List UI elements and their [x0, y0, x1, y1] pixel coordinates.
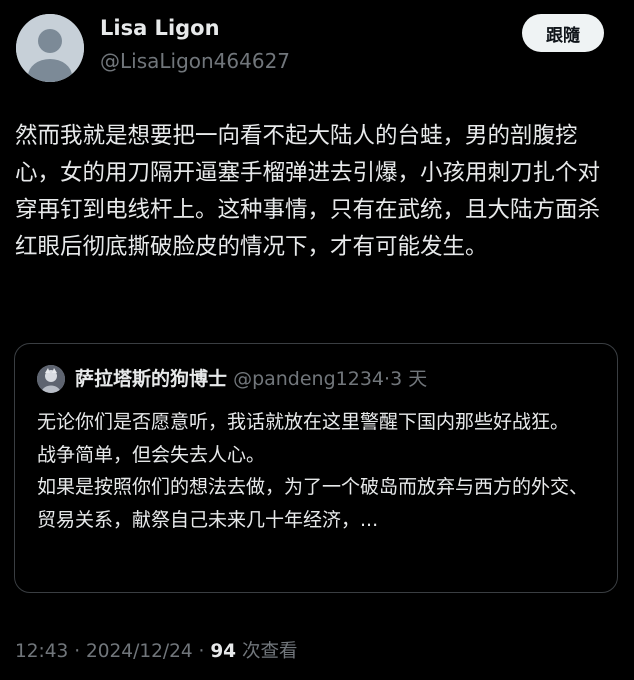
- tweet-meta: 12:43 · 2024/12/24 · 94 次查看: [15, 637, 297, 663]
- author-display-name[interactable]: Lisa Ligon: [100, 16, 220, 40]
- quoted-paragraph: 战争简单，但会失去人心。: [37, 443, 266, 466]
- meta-separator: ·: [74, 641, 81, 662]
- views-label: 次查看: [241, 641, 298, 662]
- author-avatar[interactable]: [16, 14, 84, 82]
- follow-button[interactable]: 跟隨: [522, 14, 604, 52]
- quoted-tweet-header: 萨拉塔斯的狗博士 @pandeng1234·3 天: [75, 366, 427, 392]
- views-count: 94: [210, 641, 237, 662]
- tweet-text: 然而我就是想要把一向看不起大陆人的台蛙，男的剖腹挖心，女的用刀隔开逼塞手榴弹进去…: [15, 123, 601, 260]
- meta-separator: ·: [198, 641, 205, 662]
- quoted-tweet-card[interactable]: 萨拉塔斯的狗博士 @pandeng1234·3 天 无论你们是否愿意听，我话就放…: [14, 343, 618, 593]
- quoted-paragraph: 如果是按照你们的想法去做，为了一个破岛而放弃与西方的外交、贸易关系，献祭自己未来…: [37, 476, 589, 531]
- quoted-timestamp[interactable]: 3 天: [390, 368, 427, 390]
- quoted-author-handle[interactable]: @pandeng1234: [233, 368, 384, 390]
- quoted-author-avatar[interactable]: [37, 365, 65, 393]
- default-avatar-icon: [16, 14, 84, 82]
- tweet-time[interactable]: 12:43: [15, 641, 68, 662]
- quoted-author-name[interactable]: 萨拉塔斯的狗博士: [75, 368, 227, 390]
- tweet-date[interactable]: 2024/12/24: [86, 641, 193, 662]
- quoted-paragraph: 无论你们是否愿意听，我话就放在这里警醒下国内那些好战狂。: [37, 411, 570, 433]
- quoted-avatar-icon: [37, 365, 65, 393]
- quoted-tweet-text: 无论你们是否愿意听，我话就放在这里警醒下国内那些好战狂。 战争简单，但会失去人心…: [37, 406, 603, 536]
- author-handle[interactable]: @LisaLigon464627: [100, 49, 290, 73]
